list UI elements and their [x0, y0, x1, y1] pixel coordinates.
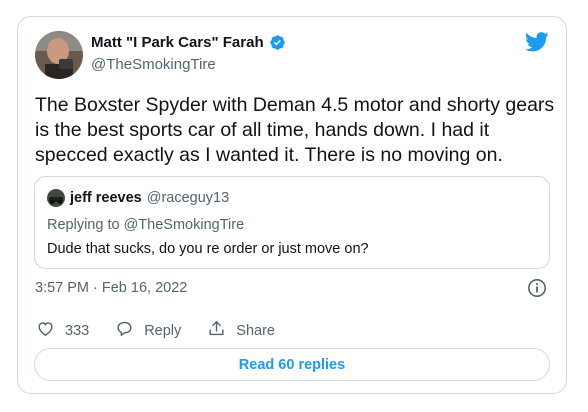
quoted-tweet[interactable]: jeff reeves @raceguy13 Replying to @TheS…: [34, 176, 550, 269]
share-label: Share: [236, 322, 275, 339]
read-replies-button[interactable]: Read 60 replies: [34, 348, 550, 381]
quoted-author-avatar[interactable]: [47, 189, 65, 207]
info-icon[interactable]: [527, 278, 547, 298]
author-avatar[interactable]: [35, 31, 83, 79]
reply-bubble-icon: [115, 319, 134, 342]
tweet-timestamp[interactable]: 3:57 PM · Feb 16, 2022: [35, 280, 187, 296]
heart-icon: [36, 319, 55, 342]
reply-button[interactable]: Reply: [115, 319, 181, 342]
share-button[interactable]: Share: [207, 319, 275, 342]
replying-to-handle[interactable]: @TheSmokingTire: [124, 217, 245, 233]
author-handle[interactable]: @TheSmokingTire: [91, 56, 216, 73]
reply-label: Reply: [144, 322, 182, 339]
replying-to-line: Replying to @TheSmokingTire: [47, 217, 244, 233]
like-count: 333: [65, 322, 90, 339]
like-button[interactable]: 333: [36, 319, 89, 342]
share-icon: [207, 319, 226, 342]
tweet-text: The Boxster Spyder with Deman 4.5 motor …: [35, 94, 555, 166]
tweet-card[interactable]: Matt "I Park Cars" Farah @TheSmokingTire…: [17, 16, 567, 394]
quoted-tweet-text: Dude that sucks, do you re order or just…: [47, 241, 369, 257]
verified-badge-icon: [269, 34, 286, 51]
quoted-author-name[interactable]: jeff reeves: [70, 190, 142, 206]
quoted-author-handle[interactable]: @raceguy13: [147, 190, 229, 206]
twitter-bird-icon[interactable]: [525, 32, 549, 52]
author-display-name[interactable]: Matt "I Park Cars" Farah: [91, 34, 264, 51]
replying-to-label: Replying to: [47, 217, 120, 233]
tweet-actions: 333 Reply Share: [36, 319, 301, 342]
